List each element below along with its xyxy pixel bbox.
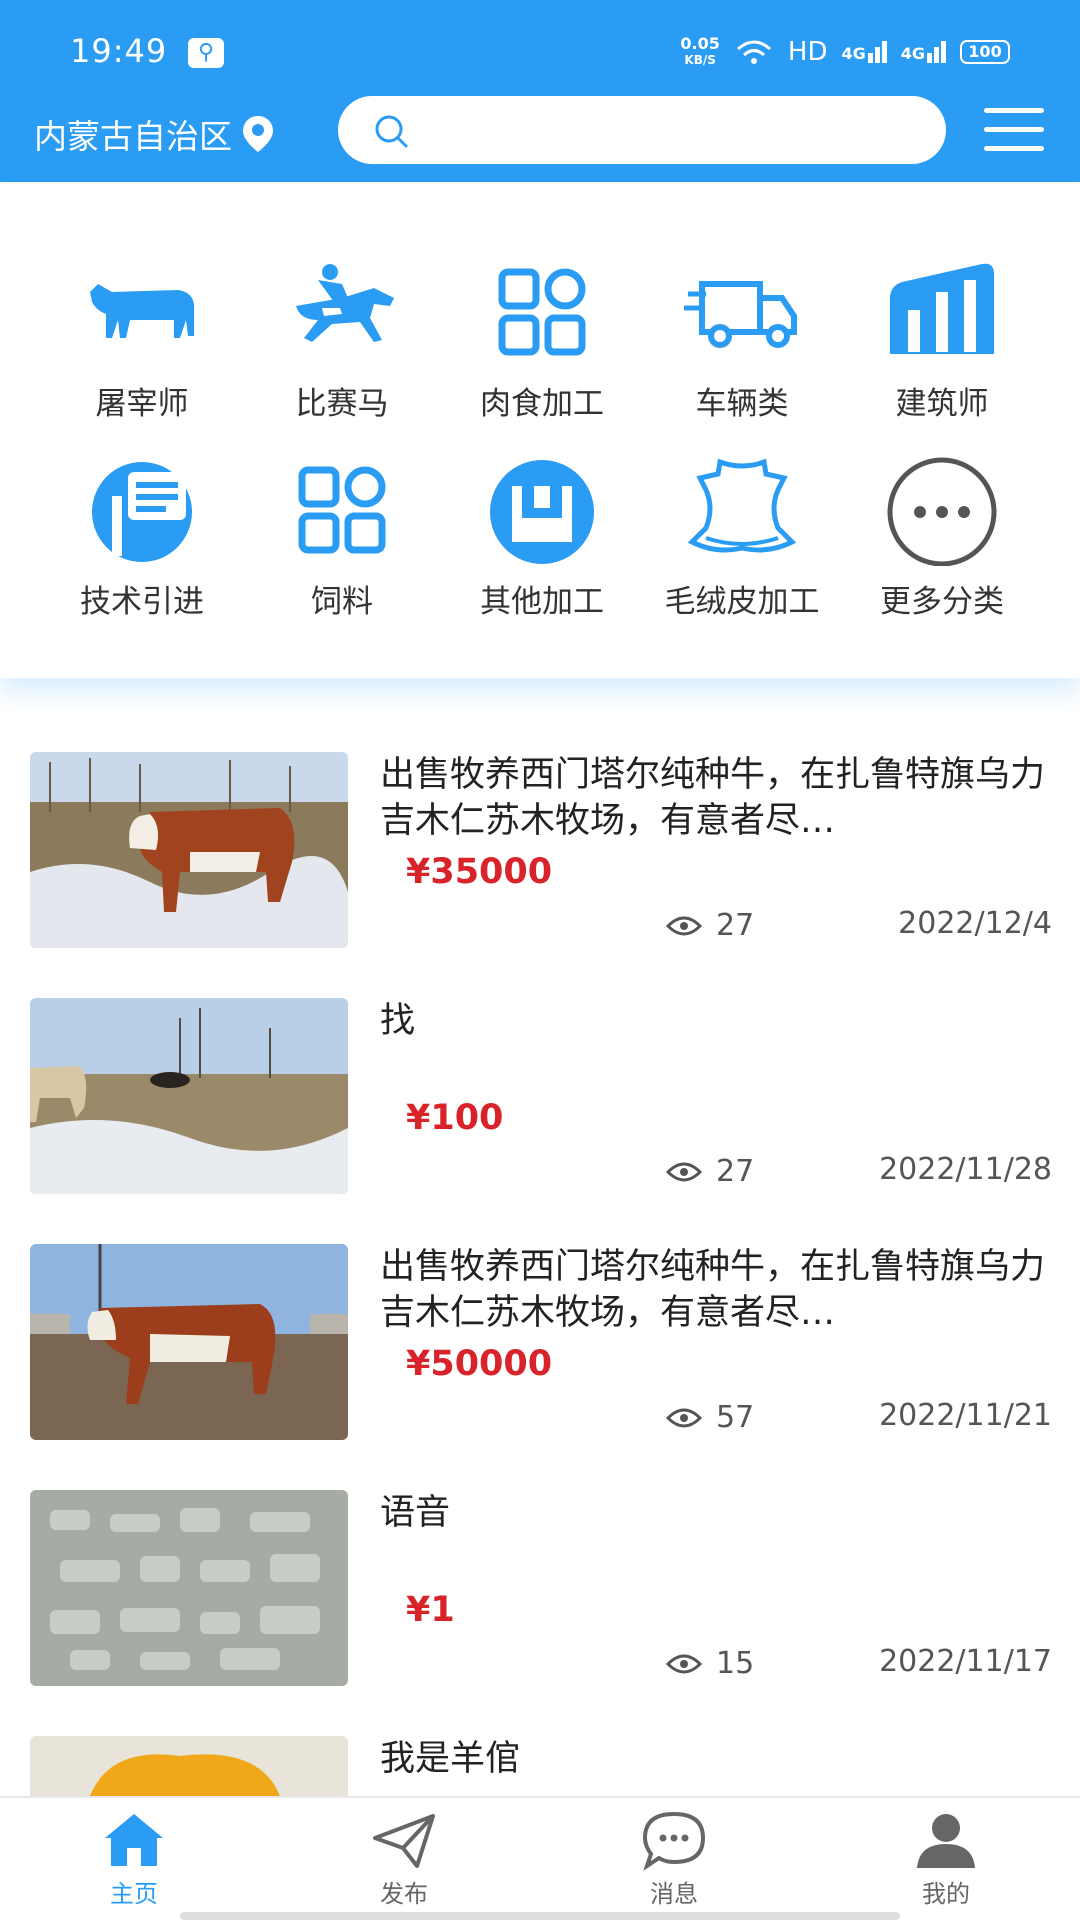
home-icon — [105, 1814, 163, 1866]
category-vehicles[interactable]: 车辆类 — [642, 258, 842, 438]
category-other-processing[interactable]: 其他加工 — [442, 456, 642, 636]
listing-price: ¥100 — [406, 1098, 504, 1138]
more-icon — [887, 457, 997, 566]
category-tech-import[interactable]: 技术引进 — [42, 456, 242, 636]
category-fur-leather[interactable]: 毛绒皮加工 — [642, 456, 842, 636]
wifi-icon — [736, 40, 771, 64]
listing-date: 2022/11/21 — [879, 1398, 1052, 1433]
listing-views: 15 — [666, 1646, 754, 1681]
tab-publish[interactable]: 发布 — [324, 1808, 484, 1909]
status-time: 19:49 — [70, 32, 168, 70]
category-label: 其他加工 — [480, 584, 604, 620]
category-label: 毛绒皮加工 — [664, 584, 820, 620]
category-label: 肉食加工 — [480, 386, 604, 422]
category-label: 建筑师 — [895, 386, 989, 422]
category-architect[interactable]: 建筑师 — [842, 258, 1042, 438]
eye-icon — [666, 1162, 702, 1181]
listing-item[interactable]: 找 ¥100 27 2022/11/28 — [0, 986, 1080, 1232]
listing-title: 找 — [380, 1001, 416, 1041]
category-label: 屠宰师 — [95, 386, 189, 422]
box-icon — [490, 460, 594, 564]
category-meat-processing[interactable]: 肉食加工 — [442, 258, 642, 438]
tab-label: 消息 — [650, 1880, 698, 1908]
listing-photo — [30, 1736, 348, 1796]
view-count: 27 — [716, 1154, 755, 1189]
search-icon — [375, 115, 408, 148]
listing-item[interactable]: 出售牧养西门塔尔纯种牛，在扎鲁特旗乌力吉木仁苏木牧场，有意者尽… ¥35000 … — [0, 740, 1080, 986]
listing-title: 语音 — [380, 1493, 451, 1533]
grid-icon — [498, 268, 586, 356]
hide-icon — [687, 458, 797, 553]
chat-icon — [642, 1811, 706, 1871]
eye-icon — [666, 1408, 702, 1427]
tab-messages[interactable]: 消息 — [594, 1808, 754, 1909]
home-indicator — [180, 1912, 900, 1920]
tab-label: 主页 — [110, 1880, 158, 1908]
listing-title: 我是羊倌 — [380, 1739, 521, 1779]
listing-views: 27 — [666, 908, 754, 943]
category-more[interactable]: 更多分类 — [842, 456, 1042, 636]
tab-label: 我的 — [922, 1880, 970, 1908]
listing-item[interactable]: 语音 ¥1 15 2022/11/17 — [0, 1478, 1080, 1724]
listing-date: 2022/11/28 — [879, 1152, 1052, 1187]
battery-icon: 100 — [960, 40, 1010, 64]
category-label: 技术引进 — [80, 584, 204, 620]
racehorse-icon — [296, 264, 394, 342]
listing-views: 57 — [666, 1400, 754, 1435]
category-label: 比赛马 — [295, 386, 389, 422]
listing-photo — [30, 998, 348, 1194]
eye-icon — [666, 1654, 702, 1673]
listing-item[interactable]: 出售牧养西门塔尔纯种牛，在扎鲁特旗乌力吉木仁苏木牧场，有意者尽… ¥50000 … — [0, 1232, 1080, 1478]
view-count: 27 — [716, 908, 755, 943]
view-count: 15 — [716, 1646, 755, 1681]
category-grid: 屠宰师 比赛马 肉食加工 车辆类 建筑师 技术引进 饲料 其他加工 毛绒皮加工 … — [0, 182, 1080, 678]
tab-label: 发布 — [380, 1880, 428, 1908]
listing-title: 出售牧养西门塔尔纯种牛，在扎鲁特旗乌力吉木仁苏木牧场，有意者尽… — [380, 755, 1046, 841]
category-racehorse[interactable]: 比赛马 — [242, 258, 442, 438]
hd-indicator: HD — [787, 37, 828, 67]
category-label: 车辆类 — [695, 386, 789, 422]
bottom-tab-bar: 主页 发布 消息 我的 — [0, 1796, 1080, 1920]
listing-price: ¥1 — [406, 1590, 455, 1630]
tab-mine[interactable]: 我的 — [866, 1808, 1026, 1909]
tech-icon — [92, 462, 192, 562]
net-speed: 0.05 KB/S — [680, 34, 720, 68]
signal-4g-2: 4G — [901, 41, 946, 63]
tab-home[interactable]: 主页 — [54, 1808, 214, 1909]
listing-title: 出售牧养西门塔尔纯种牛，在扎鲁特旗乌力吉木仁苏木牧场，有意者尽… — [380, 1247, 1046, 1333]
building-icon — [890, 263, 994, 354]
category-label: 更多分类 — [880, 584, 1004, 620]
usb-icon: ⚲ — [188, 38, 224, 68]
menu-icon[interactable] — [984, 108, 1044, 152]
listing-photo — [30, 1490, 348, 1686]
user-icon — [917, 1814, 975, 1868]
location-label: 内蒙古自治区 — [34, 117, 232, 156]
truck-icon — [684, 281, 797, 348]
listing-item[interactable]: 我是羊倌 — [0, 1724, 1080, 1796]
listing-date: 2022/12/4 — [898, 906, 1052, 941]
eye-icon — [666, 916, 702, 935]
cow-icon — [90, 284, 194, 338]
listing-photo — [30, 752, 348, 948]
listing-photo — [30, 1244, 348, 1440]
signal-4g-1: 4G — [841, 41, 887, 63]
listing-price: ¥35000 — [406, 852, 553, 892]
grid-icon — [298, 466, 386, 554]
location-selector[interactable]: 内蒙古自治区 — [34, 110, 276, 158]
location-pin-icon — [243, 116, 273, 152]
listing-price: ¥50000 — [406, 1344, 553, 1384]
category-butcher[interactable]: 屠宰师 — [42, 258, 242, 438]
listing-date: 2022/11/17 — [879, 1644, 1052, 1679]
category-feed[interactable]: 饲料 — [242, 456, 442, 636]
top-bar: 19:49 ⚲ 0.05 KB/S HD 4G 4G 100 内蒙古自治区 — [0, 0, 1080, 182]
status-icons: 0.05 KB/S HD 4G 4G 100 — [680, 30, 1010, 74]
listing-views: 27 — [666, 1154, 754, 1189]
search-input[interactable] — [338, 96, 946, 164]
view-count: 57 — [716, 1400, 755, 1435]
send-icon — [373, 1814, 435, 1868]
category-label: 饲料 — [311, 584, 373, 620]
